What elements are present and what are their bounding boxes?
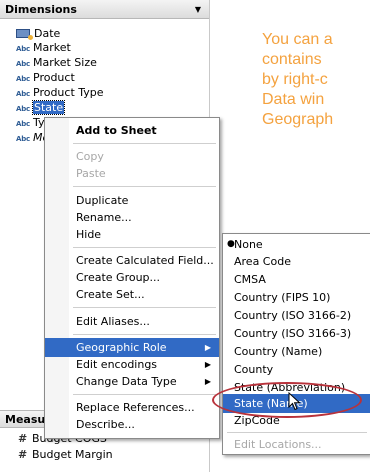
abc-icon: Abc <box>16 45 30 53</box>
help-text-line: Geograph <box>262 111 334 128</box>
menu-item-add-to-sheet[interactable]: Add to Sheet <box>45 121 219 140</box>
abc-icon: Abc <box>16 60 30 68</box>
help-text-line: Data win <box>262 91 325 108</box>
geo-item-country-name[interactable]: Country (Name) <box>223 342 370 361</box>
menu-separator <box>227 432 367 433</box>
geo-item-edit-locations[interactable]: Edit Locations... <box>223 435 370 454</box>
field-state[interactable]: Abc State <box>16 100 66 115</box>
help-text-line: contains <box>262 51 322 68</box>
context-menu: Add to Sheet Copy Paste Duplicate Rename… <box>44 117 220 439</box>
date-icon <box>16 29 33 40</box>
menu-item-describe[interactable]: Describe... <box>45 415 219 434</box>
field-budget-margin[interactable]: # Budget Margin <box>18 448 113 461</box>
help-text-line: You can a <box>262 31 333 48</box>
menu-separator <box>73 394 216 395</box>
field-market[interactable]: Abc Market <box>16 41 71 54</box>
field-label-selected: State <box>31 100 66 115</box>
menu-item-label: Edit encodings <box>76 358 158 371</box>
mouse-cursor-icon <box>288 392 301 411</box>
help-text: You can a contains by right-c Data win G… <box>262 30 370 130</box>
field-product[interactable]: Abc Product <box>16 71 75 84</box>
menu-separator <box>73 307 216 308</box>
measure-icon: # <box>18 432 28 445</box>
menu-separator <box>73 334 216 335</box>
abc-icon: Abc <box>16 90 30 98</box>
dimensions-header-label: Dimensions <box>5 3 77 16</box>
geo-item-area-code[interactable]: Area Code <box>223 252 370 271</box>
menu-item-hide[interactable]: Hide <box>45 225 219 244</box>
abc-icon: Abc <box>16 105 30 113</box>
menu-item-create-set[interactable]: Create Set... <box>45 285 219 304</box>
menu-item-edit-aliases[interactable]: Edit Aliases... <box>45 312 219 331</box>
field-label: Product <box>33 71 75 84</box>
abc-icon: Abc <box>16 75 30 83</box>
geo-item-label: None <box>234 238 263 251</box>
menu-item-label: Geographic Role <box>76 341 167 354</box>
field-label: Budget Margin <box>32 448 113 461</box>
submenu-arrow-icon: ▶ <box>204 377 211 386</box>
field-label: Product Type <box>33 86 104 99</box>
geo-item-county[interactable]: County <box>223 360 370 379</box>
chevron-down-icon[interactable]: ▼ <box>195 0 201 19</box>
field-label: Market <box>33 41 71 54</box>
menu-item-change-data-type[interactable]: Change Data Type ▶ <box>45 372 219 391</box>
help-text-line: by right-c <box>262 71 328 88</box>
abc-icon: Abc <box>16 120 30 128</box>
dimensions-header[interactable]: Dimensions ▼ <box>0 0 209 19</box>
menu-separator <box>73 247 216 248</box>
menu-separator <box>73 186 216 187</box>
menu-item-paste[interactable]: Paste <box>45 164 219 183</box>
field-market-size[interactable]: Abc Market Size <box>16 56 97 69</box>
geo-item-country-iso2[interactable]: Country (ISO 3166-2) <box>223 306 370 325</box>
menu-item-label: Change Data Type <box>76 375 177 388</box>
menu-separator <box>73 143 216 144</box>
abc-icon: Abc <box>16 135 30 143</box>
field-product-type[interactable]: Abc Product Type <box>16 86 104 99</box>
highlight-callout <box>212 382 362 418</box>
geo-item-cmsa[interactable]: CMSA <box>223 270 370 289</box>
geo-item-country-iso3[interactable]: Country (ISO 3166-3) <box>223 324 370 343</box>
geographic-role-submenu: ● None Area Code CMSA Country (FIPS 10) … <box>222 233 370 455</box>
measure-icon: # <box>18 448 28 461</box>
geo-item-country-fips[interactable]: Country (FIPS 10) <box>223 288 370 307</box>
field-date[interactable]: Date <box>16 27 60 40</box>
field-label: Market Size <box>33 56 97 69</box>
field-label: Date <box>34 27 61 40</box>
